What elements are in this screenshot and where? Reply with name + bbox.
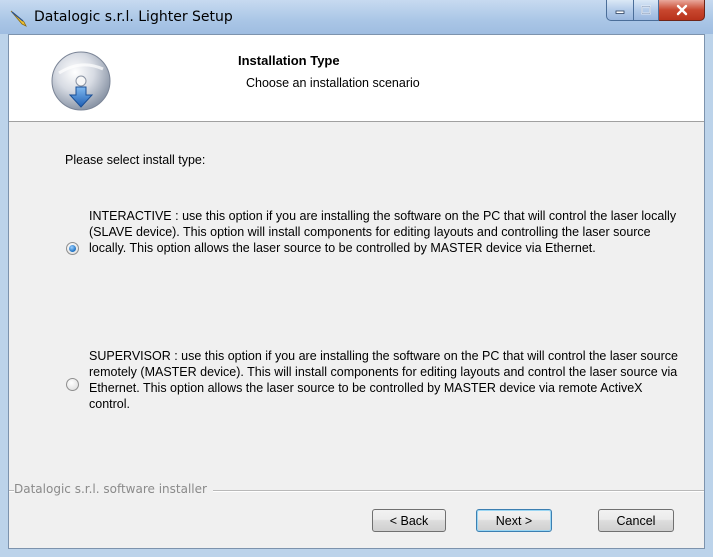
maximize-button[interactable] xyxy=(634,0,659,21)
close-icon xyxy=(676,4,687,16)
minimize-button[interactable] xyxy=(606,0,634,21)
caption-buttons xyxy=(606,0,705,22)
interactive-radio[interactable] xyxy=(66,242,79,255)
minimize-icon xyxy=(615,10,625,14)
window-title: Datalogic s.r.l. Lighter Setup xyxy=(34,9,233,25)
close-button[interactable] xyxy=(659,0,705,21)
page-title: Installation Type xyxy=(238,53,340,68)
supervisor-option-label[interactable]: SUPERVISOR : use this option if you are … xyxy=(89,348,681,412)
cancel-button[interactable]: Cancel xyxy=(598,509,674,532)
setup-window: Datalogic s.r.l. Lighter Setup Installat… xyxy=(0,0,713,557)
dialog-client-area: Installation Type Choose an installation… xyxy=(8,34,705,549)
page-subtitle: Choose an installation scenario xyxy=(246,76,420,90)
radio-selected-dot xyxy=(69,245,76,252)
installer-disc-icon xyxy=(51,51,111,111)
branding-separator: Datalogic s.r.l. software installer xyxy=(9,482,704,498)
supervisor-radio[interactable] xyxy=(66,378,79,391)
wizard-header: Installation Type Choose an installation… xyxy=(9,35,704,122)
back-button[interactable]: < Back xyxy=(372,509,446,532)
lighter-feather-icon xyxy=(10,10,27,27)
title-bar[interactable]: Datalogic s.r.l. Lighter Setup xyxy=(0,0,713,34)
install-type-prompt: Please select install type: xyxy=(65,153,206,167)
interactive-option-label[interactable]: INTERACTIVE : use this option if you are… xyxy=(89,208,681,256)
branding-text: Datalogic s.r.l. software installer xyxy=(14,482,213,496)
maximize-icon xyxy=(641,5,651,15)
next-button[interactable]: Next > xyxy=(476,509,552,532)
